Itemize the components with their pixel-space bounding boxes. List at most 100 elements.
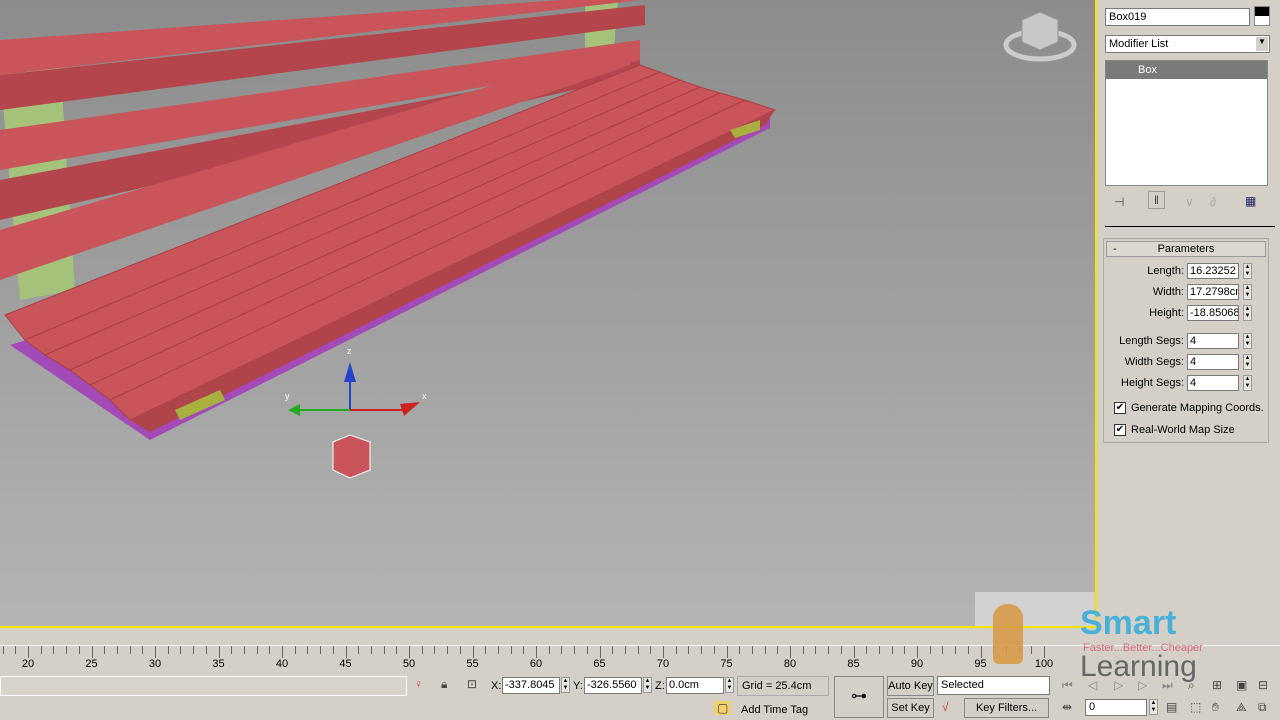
set-key-button[interactable]: Set Key [887,698,934,718]
absolute-mode-icon[interactable]: ⊡ [467,677,477,691]
zoom-all-icon[interactable]: ⊞ [1212,678,1222,692]
height-input[interactable]: -18.85068 [1187,305,1239,321]
y-spinner[interactable]: ▲ ▼ [643,677,652,693]
z-spinner[interactable]: ▲ ▼ [725,677,734,693]
stack-item-box[interactable]: Box [1106,61,1267,79]
timeline-tick [777,646,779,654]
orbit-icon[interactable]: ⟁ [1236,700,1247,715]
generate-mapping-label: Generate Mapping Coords. [1131,402,1264,414]
bench-scene: z x y [0,0,1077,479]
width-segs-spinner[interactable]: ▲ ▼ [1243,354,1252,370]
timeline-tick [116,646,118,654]
length-segs-spinner[interactable]: ▲ ▼ [1243,333,1252,349]
configure-sets-icon[interactable]: ▦ [1245,194,1256,208]
z-label: Z: [655,680,665,692]
real-world-map-checkbox[interactable]: ✔ [1114,424,1126,436]
timeline-tick [218,646,220,658]
timeline-tick [612,646,614,654]
time-tag-icon[interactable]: ▢ [714,701,732,715]
viewcube[interactable] [1003,11,1077,62]
timeline-tick [701,646,703,654]
pan-hand-icon[interactable]: ✋︎ [1212,700,1219,715]
current-frame-input[interactable]: 0 [1085,699,1147,716]
zoom-icon[interactable]: ⌕ [1188,678,1195,693]
logo-overlay: Smart Faster...Better...Cheaper Learning [975,592,1230,682]
timeline-tick [282,646,283,658]
tangent-curve-icon[interactable]: √ [942,700,949,714]
go-to-start-icon[interactable]: ⏮ [1062,678,1073,693]
x-coordinate-input[interactable]: -337.8045 [502,677,560,694]
timeline-tick-label: 45 [339,658,352,670]
timeline-tick [510,646,512,654]
set-keys-key-icon[interactable]: ⊶ [834,676,884,718]
maxscript-listener[interactable] [0,676,407,696]
timeline-tick [891,646,893,654]
key-filters-button[interactable]: Key Filters... [964,698,1049,718]
next-frame-icon[interactable]: ▷ [1138,678,1147,692]
length-segs-input[interactable]: 4 [1187,333,1239,349]
object-color-swatch[interactable] [1254,6,1270,26]
generate-mapping-checkbox[interactable]: ✔ [1114,402,1126,414]
play-icon[interactable]: ▷ [1114,678,1123,692]
timeline-tick [650,646,652,654]
timeline-tick [599,646,601,658]
height-segs-spinner[interactable]: ▲ ▼ [1243,375,1252,391]
timeline-tick [497,646,499,654]
y-coordinate-input[interactable]: -326.5560 [584,677,642,694]
add-time-tag-button[interactable]: Add Time Tag [737,702,829,720]
timeline-tick-label: 65 [593,658,606,670]
timeline-tick [726,646,728,658]
timeline-tick-label: 30 [148,658,162,670]
width-segs-input[interactable]: 4 [1187,354,1239,370]
zoom-extents-icon[interactable]: ▣ [1236,678,1247,692]
timeline-tick [447,646,449,654]
rollout-header[interactable]: - Parameters [1106,241,1266,257]
z-coordinate-input[interactable]: 0.0cm [666,677,724,694]
width-input[interactable]: 17.2798cm [1187,284,1239,300]
timeline-tick [485,646,487,654]
x-spinner[interactable]: ▲ ▼ [561,677,570,693]
modifier-list-dropdown[interactable]: Modifier List ▼ [1105,35,1270,53]
make-unique-icon[interactable]: ∨ [1185,195,1194,209]
object-name-input[interactable]: Box019 [1105,8,1250,26]
time-config-icon[interactable]: ▤ [1166,700,1177,714]
timeline-tick-label: 50 [402,658,416,670]
timeline-tick [459,646,461,654]
maximize-viewport-icon[interactable]: ⧉ [1258,700,1267,715]
key-mode-dropdown[interactable]: Selected [937,676,1050,695]
timeline-tick [294,646,296,654]
timeline-tick [193,646,195,654]
perspective-viewport[interactable]: z x y [0,0,1097,628]
pin-stack-icon[interactable]: ⊣ [1114,195,1124,209]
frame-spinner[interactable]: ▲ ▼ [1149,699,1158,715]
timeline-tick [28,646,29,658]
height-segs-input[interactable]: 4 [1187,375,1239,391]
real-world-map-label: Real-World Map Size [1131,424,1235,436]
transform-gizmo[interactable]: z x y [285,346,427,479]
width-spinner[interactable]: ▲ ▼ [1243,284,1252,300]
isolate-selection-icon[interactable]: ♀ [414,677,423,691]
timeline-tick [675,646,677,654]
timeline-tick [205,646,207,654]
remove-modifier-icon[interactable]: ∂ [1210,195,1216,209]
zoom-extents-all-icon[interactable]: ⊟ [1258,678,1268,692]
timeline-tick [739,646,741,654]
length-spinner[interactable]: ▲ ▼ [1243,263,1252,279]
timeline-tick [307,646,309,654]
show-end-result-icon[interactable]: ‖ [1148,191,1165,209]
previous-frame-icon[interactable]: ◁ [1088,678,1097,692]
length-input[interactable]: 16.23252 [1187,263,1239,279]
modifier-stack[interactable]: Box [1105,60,1268,186]
timeline-tick [40,646,42,654]
key-mode-toggle-icon[interactable]: ⇹ [1062,700,1072,714]
region-zoom-icon[interactable]: ⬚ [1190,700,1201,714]
width-label: Width: [1152,286,1184,298]
go-to-end-icon[interactable]: ⏭ [1162,678,1173,693]
timeline-tick-label: 25 [85,658,98,670]
timeline-tick [929,646,931,654]
timeline-tick [269,646,271,654]
height-spinner[interactable]: ▲ ▼ [1243,305,1252,321]
timeline-tick [396,646,398,654]
auto-key-button[interactable]: Auto Key [887,676,934,696]
selection-lock-icon[interactable]: 🔒︎ [441,677,447,692]
